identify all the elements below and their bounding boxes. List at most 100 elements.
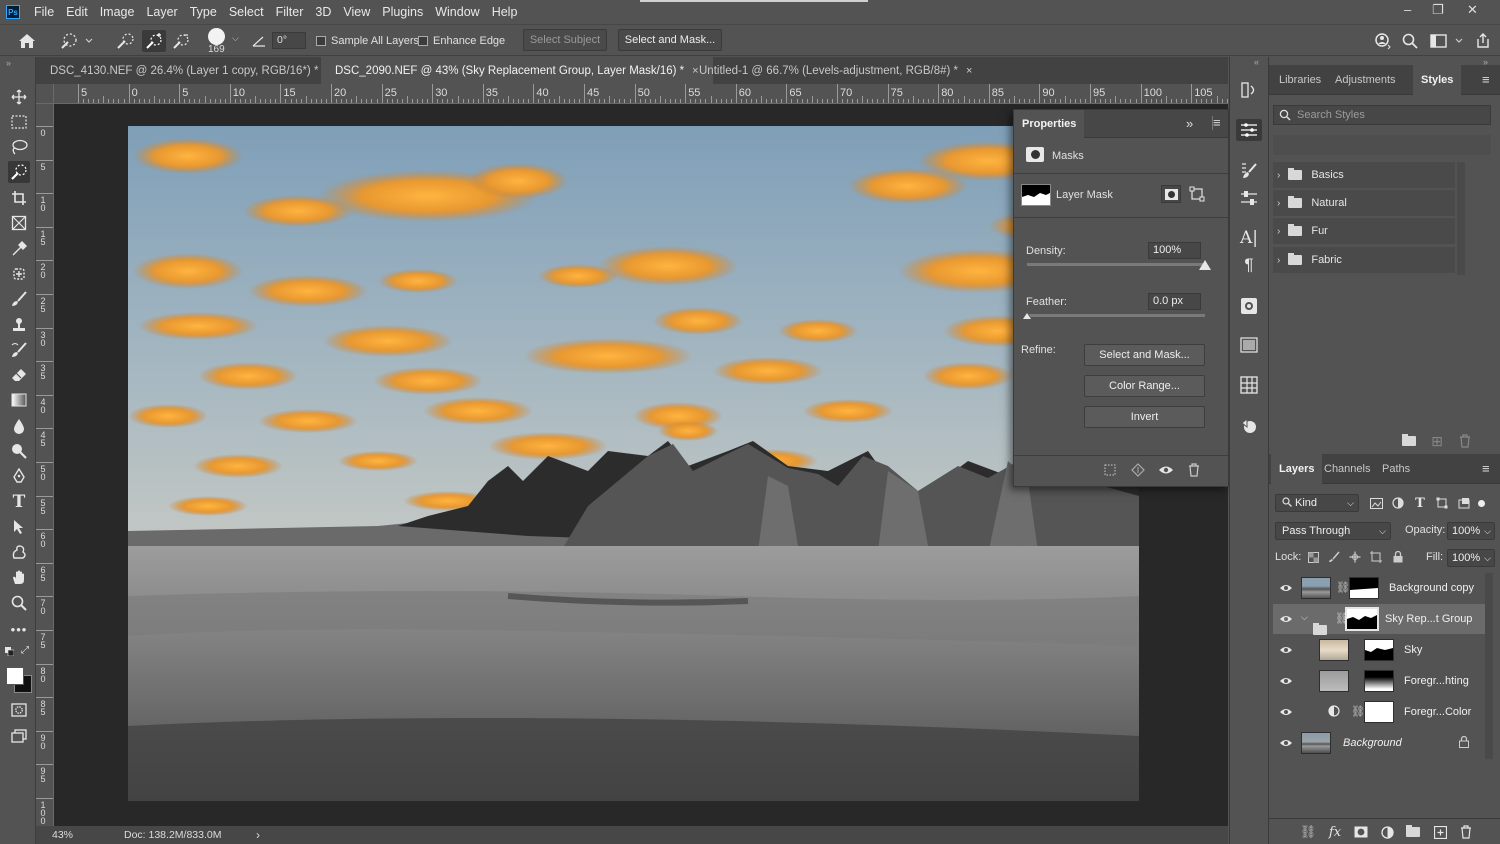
home-icon[interactable]: [16, 30, 38, 52]
layer-row-foreground-lighting[interactable]: Foregr...hting: [1273, 666, 1485, 696]
feather-slider-thumb[interactable]: [1021, 311, 1033, 321]
frame-tool-icon[interactable]: [8, 212, 30, 234]
menu-plugins[interactable]: Plugins: [376, 5, 429, 19]
workspace-switcher-icon[interactable]: [1427, 30, 1467, 52]
gradient-tool-icon[interactable]: [8, 389, 30, 411]
menu-help[interactable]: Help: [486, 5, 524, 19]
eyedropper-tool-icon[interactable]: [8, 238, 30, 260]
crop-tool-icon[interactable]: [8, 187, 30, 209]
horizontal-ruler[interactable]: 5 0 5 10 15 20 25 30 35 40 45 50 55 60 65 70 75 80 85 90 95 1…: [54, 84, 1228, 104]
brush-tool-icon[interactable]: [8, 288, 30, 310]
feather-input[interactable]: 0.0 px: [1148, 293, 1201, 310]
tab-dsc-2090[interactable]: DSC_2090.NEF @ 43% (Sky Replacement Grou…: [321, 57, 713, 84]
tab-dsc-4130[interactable]: DSC_4130.NEF @ 26.4% (Layer 1 copy, RGB/…: [36, 57, 347, 84]
share-export-icon[interactable]: [1472, 30, 1494, 52]
type-tool-icon[interactable]: T: [8, 491, 30, 513]
character-panel-icon[interactable]: A|: [1238, 227, 1260, 249]
share-profile-icon[interactable]: [1372, 30, 1394, 52]
tab-untitled-1[interactable]: Untitled-1 @ 66.7% (Levels-adjustment, R…: [685, 57, 986, 84]
menu-edit[interactable]: Edit: [60, 5, 94, 19]
link-chain-icon[interactable]: ⛓: [1336, 581, 1350, 594]
layer-row-background[interactable]: Background: [1273, 728, 1485, 758]
enhance-edge-checkbox[interactable]: Enhance Edge: [418, 35, 505, 47]
filter-toggle-switch[interactable]: [1478, 494, 1488, 512]
styles-scrollbar[interactable]: [1457, 162, 1465, 275]
strip-collapse-icon[interactable]: «: [1254, 57, 1259, 67]
tab-channels[interactable]: Channels: [1316, 454, 1378, 484]
add-layer-mask-icon[interactable]: [1352, 823, 1370, 841]
style-group-basics[interactable]: › Basics: [1273, 162, 1455, 188]
visibility-eye-icon[interactable]: [1279, 705, 1293, 719]
new-style-icon[interactable]: ⊞: [1429, 433, 1445, 449]
style-group-natural[interactable]: › Natural: [1273, 190, 1455, 216]
quick-mask-icon[interactable]: [8, 699, 30, 721]
menu-image[interactable]: Image: [94, 5, 141, 19]
select-and-mask-button[interactable]: Select and Mask...: [618, 29, 722, 51]
hand-tool-icon[interactable]: [8, 566, 30, 588]
delete-style-icon[interactable]: [1457, 433, 1473, 449]
brush-picker-chevron-icon[interactable]: ⌵: [232, 33, 239, 44]
select-subject-button[interactable]: Select Subject: [523, 29, 607, 51]
history-panel-icon[interactable]: [1238, 79, 1260, 101]
lock-transparent-pixels-icon[interactable]: [1306, 549, 1320, 565]
minimize-button[interactable]: –: [1404, 2, 1411, 17]
menu-select[interactable]: Select: [223, 5, 270, 19]
more-tools-icon[interactable]: •••: [8, 618, 30, 640]
menu-filter[interactable]: Filter: [270, 5, 310, 19]
lock-artboard-icon[interactable]: [1369, 549, 1383, 565]
properties-menu-icon[interactable]: ≡: [1213, 115, 1221, 130]
new-adjustment-layer-icon[interactable]: [1378, 823, 1396, 841]
layer-mask-thumbnail[interactable]: [1349, 577, 1379, 599]
path-selection-tool-icon[interactable]: [8, 516, 30, 538]
add-to-selection-brush-icon[interactable]: [142, 30, 166, 52]
styles-panel-menu-icon[interactable]: ≡: [1482, 72, 1490, 87]
tab-libraries[interactable]: Libraries: [1271, 65, 1329, 95]
menu-layer[interactable]: Layer: [140, 5, 183, 19]
visibility-eye-icon[interactable]: [1279, 674, 1293, 688]
invert-button[interactable]: Invert: [1084, 406, 1205, 428]
new-selection-brush-icon[interactable]: [114, 30, 136, 52]
history-brush-tool-icon[interactable]: [8, 339, 30, 361]
delete-layer-icon[interactable]: [1457, 823, 1475, 841]
tab-close-icon[interactable]: ×: [966, 65, 972, 77]
visibility-eye-icon[interactable]: [1279, 643, 1293, 657]
brushes-panel-icon[interactable]: [1238, 160, 1260, 182]
select-and-mask-refine-button[interactable]: Select and Mask...: [1084, 344, 1205, 366]
properties-title[interactable]: Properties: [1014, 110, 1085, 138]
toolbar-collapse-icon[interactable]: »: [6, 58, 11, 68]
zoom-tool-icon[interactable]: [8, 592, 30, 614]
expand-chevron-icon[interactable]: ›: [1277, 226, 1280, 237]
foreground-color-swatch[interactable]: [6, 667, 24, 685]
fill-input[interactable]: 100% ⌵: [1447, 549, 1495, 567]
tab-styles[interactable]: Styles: [1413, 65, 1462, 95]
angle-input[interactable]: 0°: [272, 32, 306, 49]
layer-mask-thumbnail[interactable]: [1364, 701, 1394, 723]
clone-stamp-tool-icon[interactable]: [8, 314, 30, 336]
layer-mask-thumbnail[interactable]: [1364, 670, 1394, 692]
brush-settings-panel-icon[interactable]: [1238, 187, 1260, 209]
layer-row-background-copy[interactable]: ⛓ Background copy: [1273, 573, 1485, 603]
zoom-level[interactable]: 43%: [52, 829, 73, 841]
lock-position-icon[interactable]: [1348, 549, 1362, 565]
expand-chevron-icon[interactable]: ›: [1277, 198, 1280, 209]
layer-mask-thumbnail[interactable]: [1021, 184, 1051, 206]
group-mask-thumbnail[interactable]: [1345, 607, 1379, 631]
quick-selection-preset-icon[interactable]: [56, 30, 96, 52]
vertical-ruler[interactable]: 0 5 10 15 20 25 30 35 40 45 50 55 60 65 70 75 80 85 90 95 10…: [36, 104, 54, 826]
load-selection-icon[interactable]: [1102, 462, 1118, 478]
layer-style-fx-icon[interactable]: fx: [1326, 823, 1344, 841]
menu-type[interactable]: Type: [184, 5, 223, 19]
style-group-fur[interactable]: › Fur: [1273, 218, 1455, 244]
tab-adjustments[interactable]: Adjustments: [1327, 65, 1404, 95]
tab-layers[interactable]: Layers: [1271, 454, 1323, 484]
new-layer-icon[interactable]: [1431, 823, 1449, 841]
properties-panel-icon[interactable]: [1236, 119, 1262, 141]
shapes-panel-icon[interactable]: [1238, 415, 1260, 437]
sample-all-layers-checkbox[interactable]: Sample All Layers: [316, 35, 419, 47]
layer-row-foreground-color[interactable]: ⛓ Foregr...Color: [1273, 697, 1485, 727]
lock-all-icon[interactable]: [1391, 549, 1405, 565]
close-window-button[interactable]: ✕: [1467, 2, 1478, 18]
spot-healing-brush-icon[interactable]: [8, 263, 30, 285]
expand-chevron-icon[interactable]: ›: [1277, 255, 1280, 266]
menu-file[interactable]: File: [28, 5, 60, 19]
